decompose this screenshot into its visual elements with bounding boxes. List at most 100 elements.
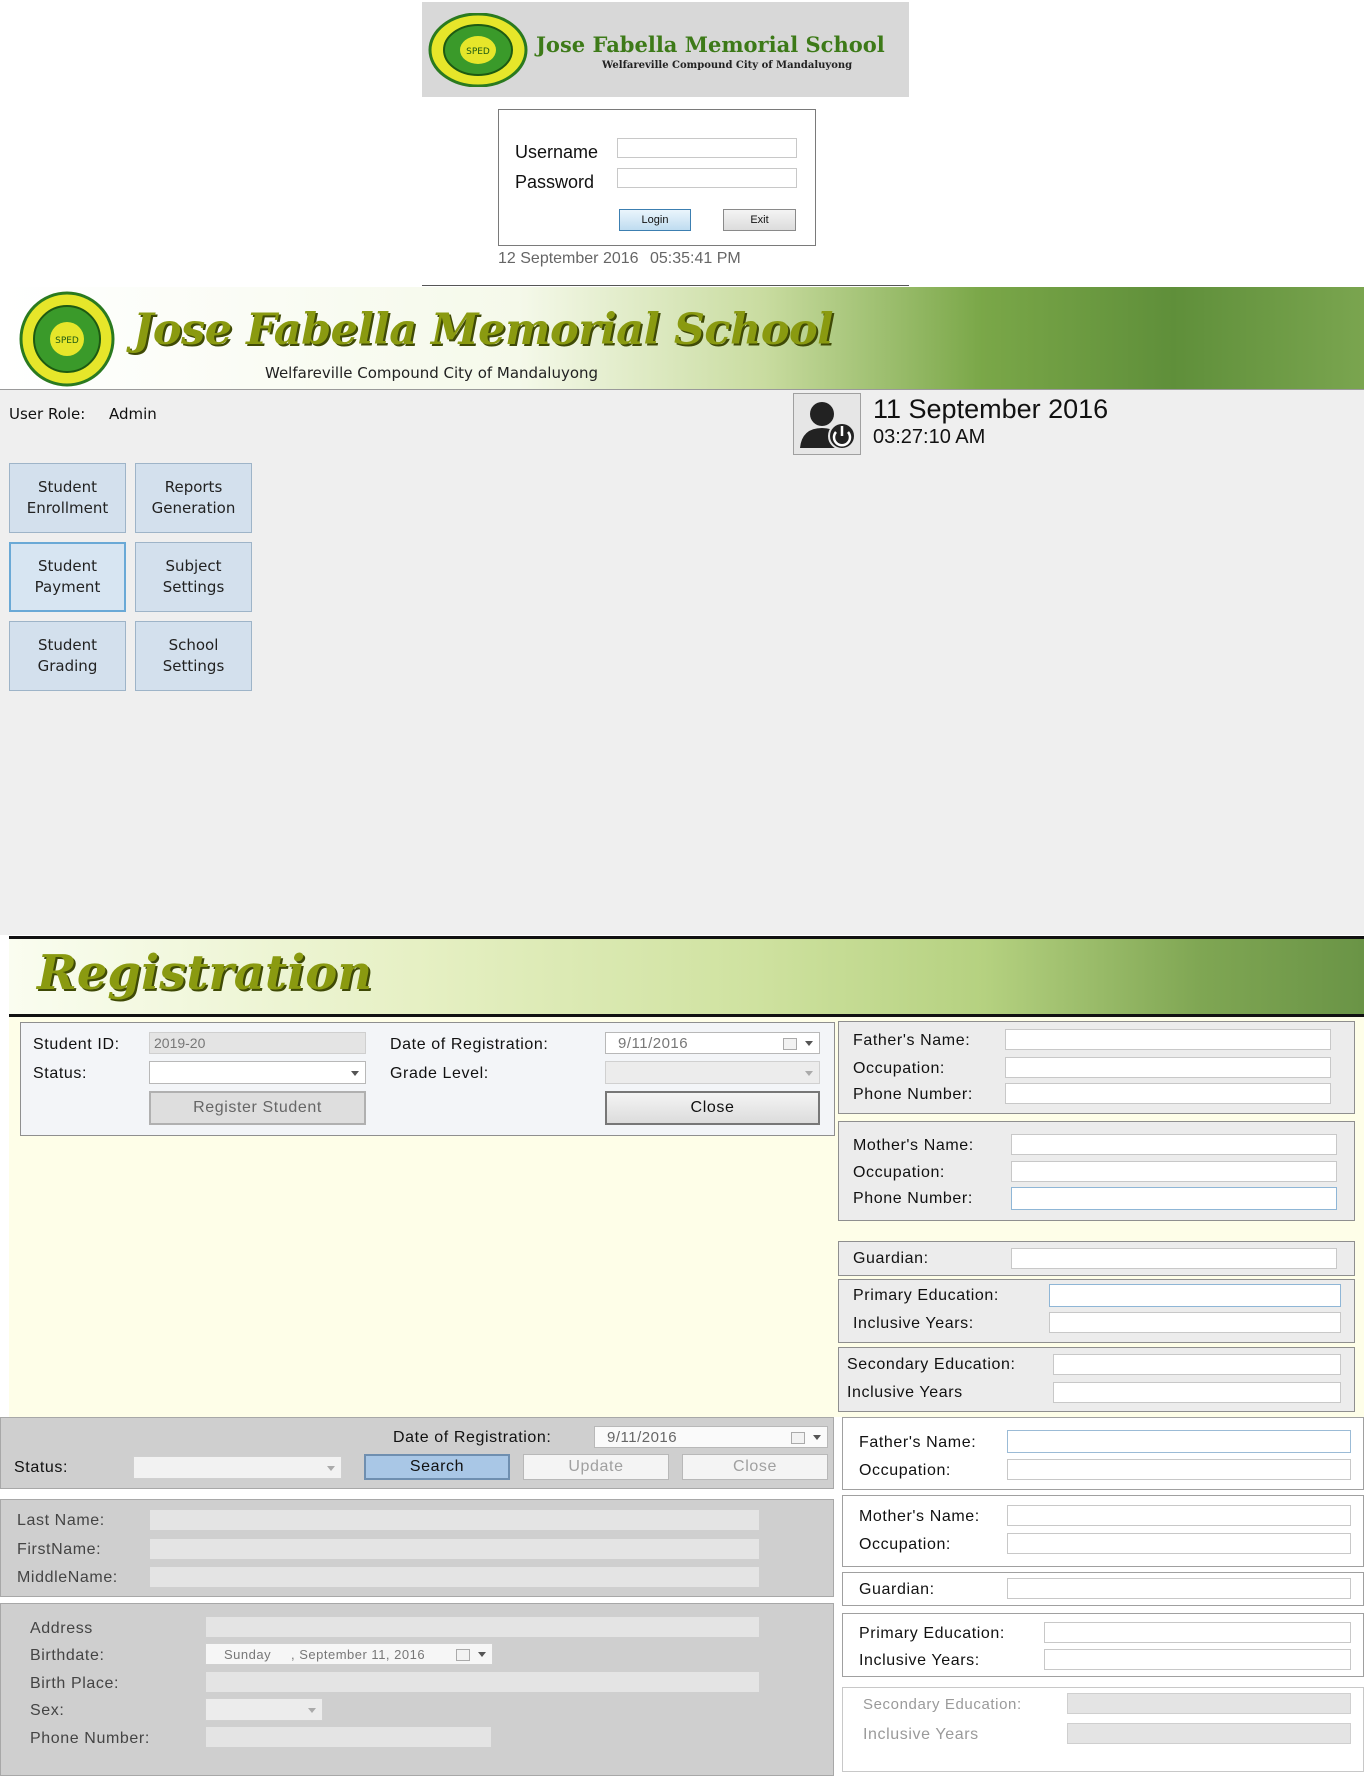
nav-label: Subject Settings xyxy=(162,557,225,596)
phone-number-field[interactable] xyxy=(205,1726,492,1748)
personal-info-panel: Address Birthdate: Sunday , September 11… xyxy=(0,1603,834,1776)
student-payment-button[interactable]: Student Payment xyxy=(9,542,126,612)
user-role-value: Admin xyxy=(109,405,157,423)
date-of-registration-label: Date of Registration: xyxy=(390,1036,549,1053)
username-field[interactable] xyxy=(617,138,797,158)
search-date-label: Date of Registration: xyxy=(393,1429,552,1446)
secondary-education-field[interactable] xyxy=(1053,1354,1341,1375)
lower-father-panel: Father's Name: Occupation: xyxy=(842,1417,1364,1490)
lower-primary-inclusive-field[interactable] xyxy=(1044,1649,1351,1670)
primary-education-panel: Primary Education: Inclusive Years: xyxy=(838,1279,1355,1343)
lower-close-button[interactable]: Close xyxy=(682,1454,828,1480)
search-date-picker[interactable]: 9/11/2016 xyxy=(594,1426,828,1448)
lower-guardian-panel: Guardian: xyxy=(842,1572,1364,1606)
mother-panel: Mother's Name: Occupation: Phone Number: xyxy=(838,1121,1355,1221)
dashboard-window: SPED Jose Fabella Memorial School Welfar… xyxy=(0,287,1364,935)
date-value: 9/11/2016 xyxy=(607,1429,678,1446)
lower-secondary-education-field[interactable] xyxy=(1067,1693,1351,1714)
login-timestamp-date: 12 September 2016 xyxy=(498,250,639,267)
student-grading-button[interactable]: Student Grading xyxy=(9,621,126,691)
lower-mother-name-field[interactable] xyxy=(1007,1505,1351,1526)
address-field[interactable] xyxy=(205,1616,760,1638)
date-of-registration-picker[interactable]: 9/11/2016 xyxy=(605,1032,820,1054)
birth-place-label: Birth Place: xyxy=(30,1675,120,1692)
guardian-panel: Guardian: xyxy=(838,1241,1355,1276)
search-status-dropdown[interactable] xyxy=(133,1456,342,1479)
student-enrollment-button[interactable]: Student Enrollment xyxy=(9,463,126,533)
name-panel: Last Name: FirstName: MiddleName: xyxy=(0,1499,834,1597)
mother-occupation-field[interactable] xyxy=(1011,1161,1337,1182)
birthdate-picker[interactable]: Sunday , September 11, 2016 xyxy=(205,1643,493,1665)
father-name-field[interactable] xyxy=(1005,1029,1331,1050)
dashboard-school-address: Welfareville Compound City of Mandaluyon… xyxy=(265,364,599,382)
reports-generation-button[interactable]: Reports Generation xyxy=(135,463,252,533)
mother-name-field[interactable] xyxy=(1011,1134,1337,1155)
update-button[interactable]: Update xyxy=(523,1454,669,1480)
status-label: Status: xyxy=(33,1065,88,1082)
guardian-label: Guardian: xyxy=(853,1250,929,1267)
address-label: Address xyxy=(30,1620,93,1637)
lower-secondary-inclusive-label: Inclusive Years xyxy=(863,1726,979,1743)
subject-settings-button[interactable]: Subject Settings xyxy=(135,542,252,612)
password-label: Password xyxy=(515,172,595,192)
lower-mother-occupation-label: Occupation: xyxy=(859,1536,951,1553)
search-button[interactable]: Search xyxy=(364,1454,510,1480)
school-settings-button[interactable]: School Settings xyxy=(135,621,252,691)
lower-guardian-field[interactable] xyxy=(1007,1578,1351,1599)
lower-father-occupation-field[interactable] xyxy=(1007,1459,1351,1480)
calendar-icon xyxy=(456,1649,470,1661)
close-button[interactable]: Close xyxy=(605,1091,820,1125)
middle-name-field[interactable] xyxy=(149,1566,760,1588)
student-id-field[interactable] xyxy=(149,1032,366,1054)
register-student-button[interactable]: Register Student xyxy=(149,1091,366,1125)
mother-phone-label: Phone Number: xyxy=(853,1190,973,1207)
login-box: Username Password Login Exit xyxy=(498,109,816,246)
svg-text:SPED: SPED xyxy=(466,47,490,57)
first-name-field[interactable] xyxy=(149,1538,760,1560)
birthdate-value: , September 11, 2016 xyxy=(291,1647,426,1662)
sex-dropdown[interactable] xyxy=(205,1698,323,1721)
lower-father-name-field[interactable] xyxy=(1007,1430,1351,1453)
father-phone-field[interactable] xyxy=(1005,1083,1331,1104)
lower-secondary-inclusive-field[interactable] xyxy=(1067,1723,1351,1744)
lower-primary-education-label: Primary Education: xyxy=(859,1625,1005,1642)
logout-button[interactable] xyxy=(793,393,861,455)
mother-name-label: Mother's Name: xyxy=(853,1137,974,1154)
father-occupation-label: Occupation: xyxy=(853,1060,945,1077)
lower-primary-panel: Primary Education: Inclusive Years: xyxy=(842,1613,1364,1677)
nav-label: School Settings xyxy=(162,636,225,675)
status-dropdown[interactable] xyxy=(149,1061,366,1084)
user-logout-icon xyxy=(800,402,856,450)
lower-primary-inclusive-label: Inclusive Years: xyxy=(859,1652,980,1669)
lower-secondary-education-label: Secondary Education: xyxy=(863,1696,1022,1713)
last-name-field[interactable] xyxy=(149,1509,760,1531)
registration-title: Registration xyxy=(37,945,373,1001)
password-field[interactable] xyxy=(617,168,797,188)
lower-father-occupation-label: Occupation: xyxy=(859,1462,951,1479)
lower-mother-occupation-field[interactable] xyxy=(1007,1533,1351,1554)
grade-level-dropdown[interactable] xyxy=(605,1061,820,1084)
middle-name-label: MiddleName: xyxy=(17,1569,118,1586)
registration-banner: Registration xyxy=(9,939,1364,1017)
guardian-field[interactable] xyxy=(1011,1248,1337,1269)
primary-education-field[interactable] xyxy=(1049,1284,1341,1307)
primary-inclusive-years-field[interactable] xyxy=(1049,1312,1341,1333)
father-name-label: Father's Name: xyxy=(853,1032,971,1049)
lower-primary-education-field[interactable] xyxy=(1044,1622,1351,1643)
nav-label: Student Enrollment xyxy=(26,478,109,517)
login-button[interactable]: Login xyxy=(619,209,691,231)
lower-mother-panel: Mother's Name: Occupation: xyxy=(842,1495,1364,1567)
birth-place-field[interactable] xyxy=(205,1671,760,1693)
secondary-education-label: Secondary Education: xyxy=(847,1356,1016,1373)
lower-guardian-label: Guardian: xyxy=(859,1581,935,1598)
nav-label: Student Payment xyxy=(34,557,101,596)
father-occupation-field[interactable] xyxy=(1005,1057,1331,1078)
school-seal-logo: SPED xyxy=(19,291,115,387)
secondary-inclusive-years-field[interactable] xyxy=(1053,1382,1341,1403)
login-timestamp-time: 05:35:41 PM xyxy=(650,250,741,267)
sex-label: Sex: xyxy=(30,1702,65,1719)
exit-button[interactable]: Exit xyxy=(723,209,796,231)
search-status-label: Status: xyxy=(14,1459,69,1476)
mother-phone-field[interactable] xyxy=(1011,1187,1337,1210)
registration-top-panel: Student ID: Status: Date of Registration… xyxy=(20,1022,835,1136)
